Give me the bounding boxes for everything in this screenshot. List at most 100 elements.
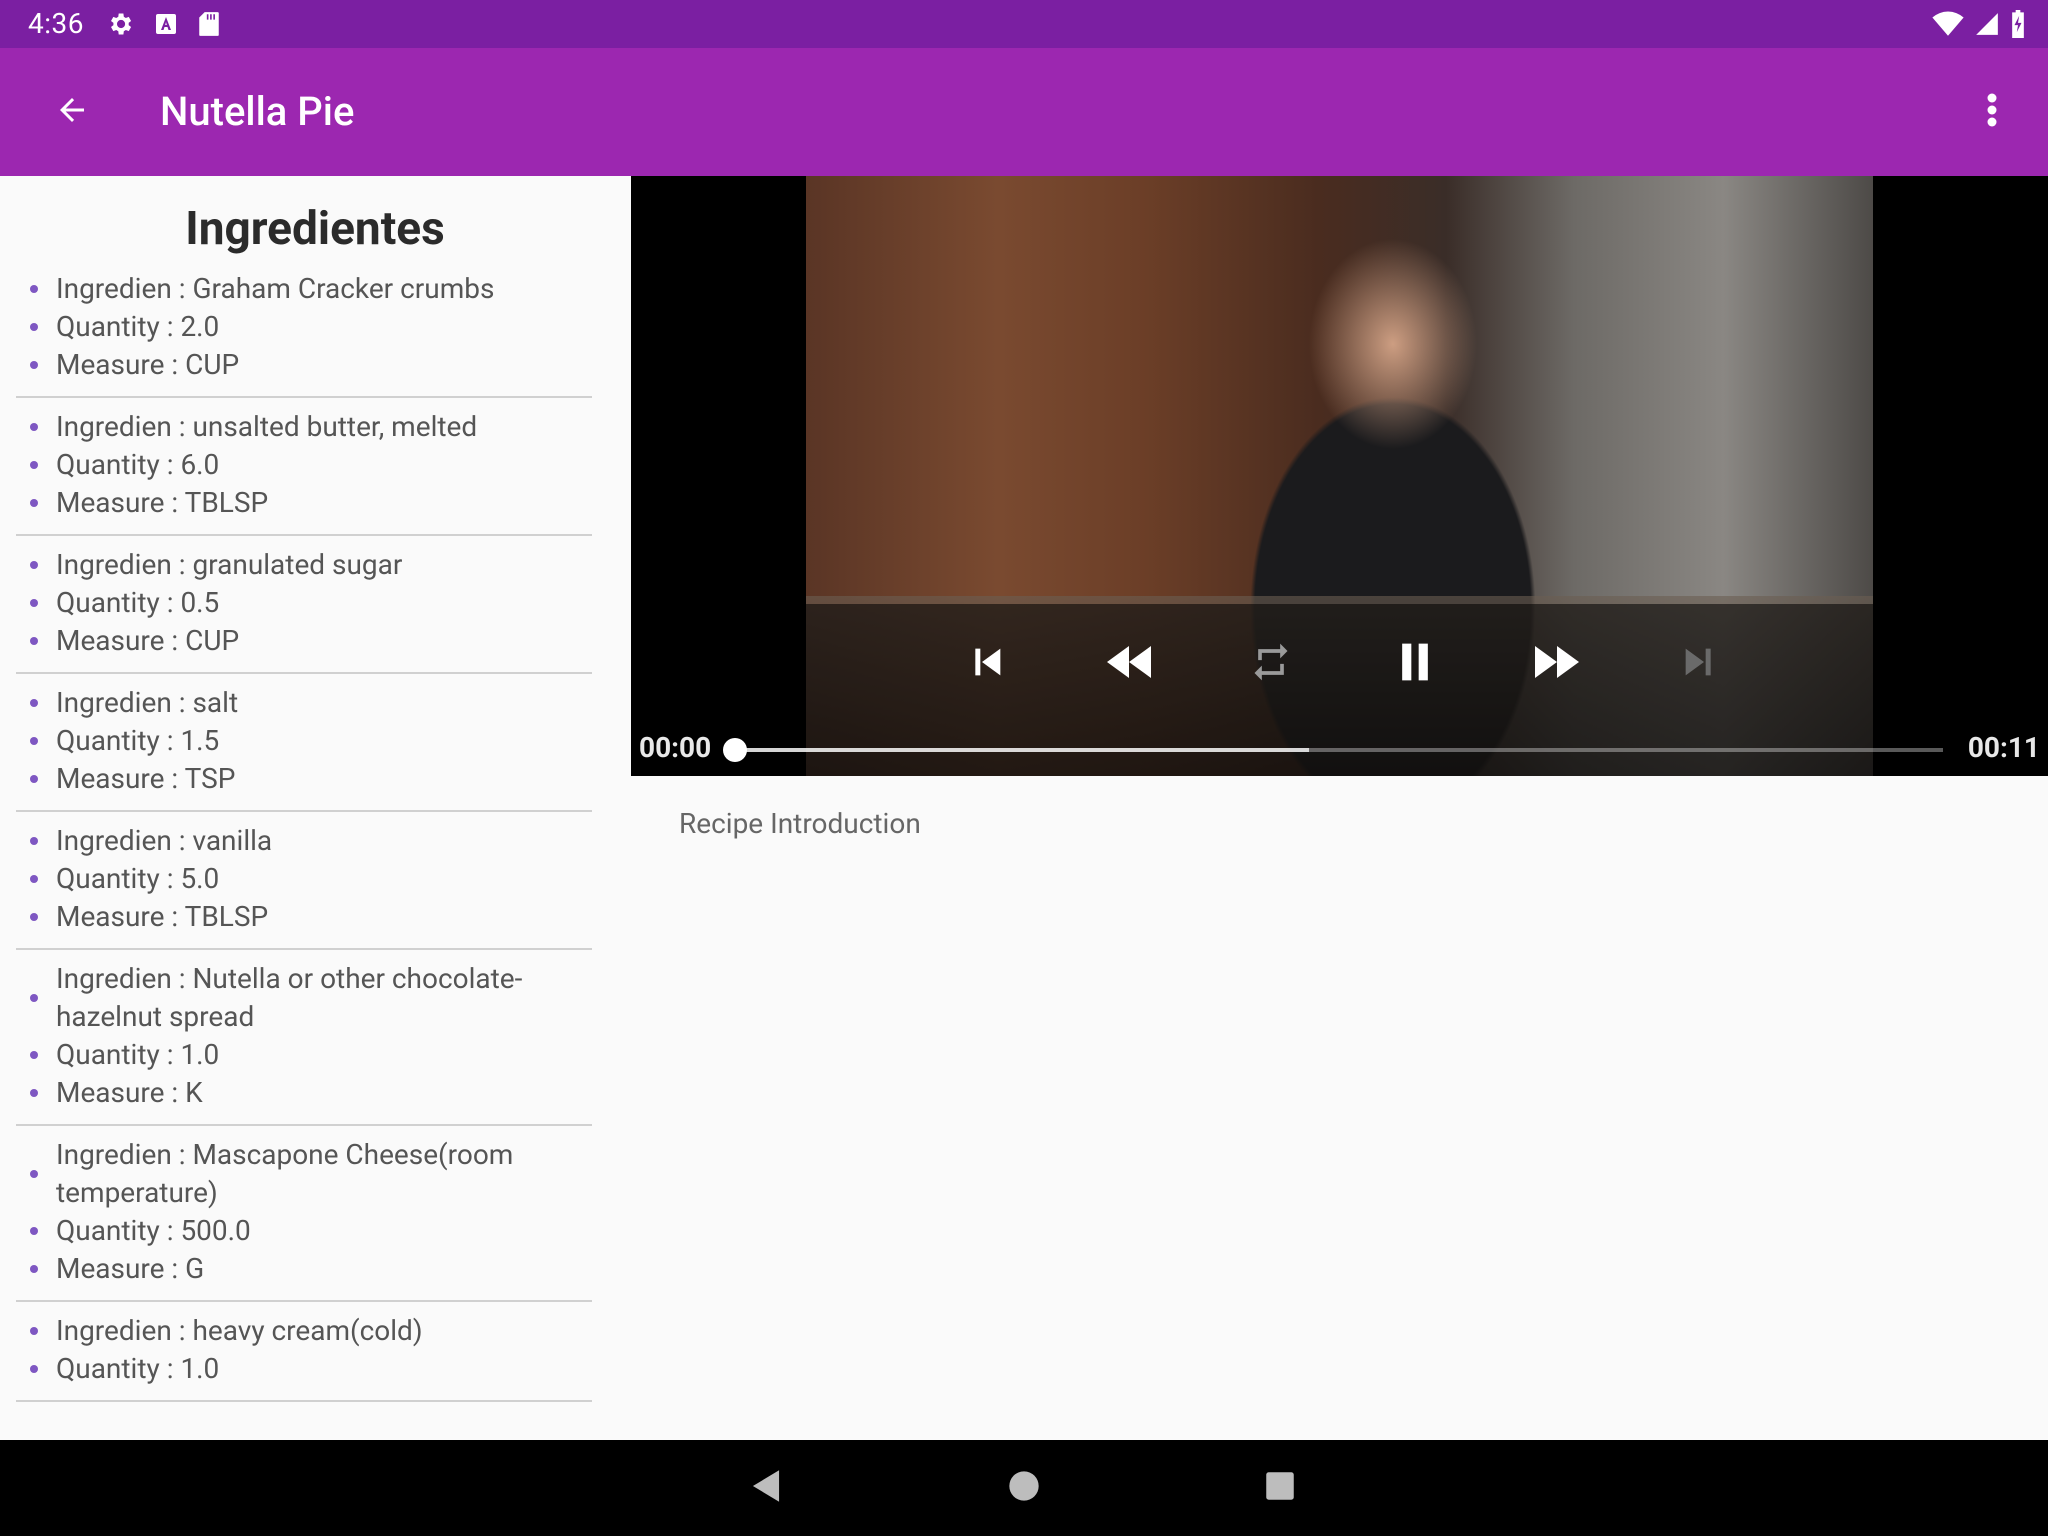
more-vert-icon — [1986, 92, 1998, 132]
ingredient-quantity: Quantity : 2.0 — [56, 310, 220, 343]
bullet-dot-icon — [30, 1170, 38, 1178]
previous-button[interactable] — [959, 636, 1015, 692]
ingredient-measure: Measure : TBLSP — [56, 486, 269, 519]
ingredient-ingredient: Ingredien : vanilla — [56, 824, 273, 857]
ingredient-ingredient: Ingredien : unsalted butter, melted — [56, 410, 478, 443]
bullet-dot-icon — [30, 1089, 38, 1097]
ingredient-ingredient-line: Ingredien : unsalted butter, melted — [16, 408, 592, 446]
skip-next-icon — [1679, 642, 1719, 686]
seek-bar-thumb[interactable] — [723, 738, 747, 762]
ingredient-measure: Measure : K — [56, 1076, 203, 1109]
ingredient-quantity-line: Quantity : 500.0 — [16, 1212, 592, 1250]
ingredient-quantity: Quantity : 1.5 — [56, 724, 220, 757]
ingredient-ingredient-line: Ingredien : granulated sugar — [16, 546, 592, 584]
ingredient-item: Ingredien : unsalted butter, melted Quant… — [16, 398, 592, 536]
font-a-icon — [154, 12, 178, 40]
ingredient-item: Ingredien : salt Quantity : 1.5 Measure : … — [16, 674, 592, 812]
app-bar: Nutella Pie — [0, 48, 2048, 176]
ingredient-quantity: Quantity : 500.0 — [56, 1214, 251, 1247]
page-title: Nutella Pie — [160, 88, 355, 135]
ingredient-quantity-line: Quantity : 6.0 — [16, 446, 592, 484]
ingredient-item: Ingredien : Nutella or other chocolate-h… — [16, 950, 592, 1126]
back-button[interactable] — [40, 88, 104, 136]
bullet-dot-icon — [30, 499, 38, 507]
ingredient-measure: Measure : TSP — [56, 762, 236, 795]
ingredient-measure-line: Measure : G — [16, 1250, 592, 1288]
ingredient-quantity-line: Quantity : 1.0 — [16, 1350, 592, 1388]
seek-bar-buffered — [735, 748, 1309, 752]
ingredient-quantity-line: Quantity : 1.5 — [16, 722, 592, 760]
status-bar: 4:36 — [0, 0, 2048, 48]
signal-icon — [1974, 11, 2000, 41]
bullet-dot-icon — [30, 323, 38, 331]
bullet-dot-icon — [30, 699, 38, 707]
rewind-button[interactable] — [1101, 636, 1157, 692]
pause-button[interactable] — [1387, 636, 1443, 692]
next-button[interactable] — [1671, 636, 1727, 692]
bullet-dot-icon — [30, 1265, 38, 1273]
wifi-icon — [1932, 11, 1964, 41]
ingredient-item: Ingredien : Graham Cracker crumbs Quantit… — [16, 260, 592, 398]
ingredient-quantity-line: Quantity : 1.0 — [16, 1036, 592, 1074]
bullet-dot-icon — [30, 361, 38, 369]
ingredient-quantity: Quantity : 5.0 — [56, 862, 220, 895]
bullet-dot-icon — [30, 1051, 38, 1059]
bullet-dot-icon — [30, 1227, 38, 1235]
bullet-dot-icon — [30, 1327, 38, 1335]
nav-home-button[interactable] — [1000, 1464, 1048, 1512]
ingredient-ingredient: Ingredien : Mascapone Cheese(room temper… — [56, 1138, 514, 1209]
notification-icons — [106, 10, 220, 42]
ingredient-ingredient-line: Ingredien : heavy cream(cold) — [16, 1312, 592, 1350]
ingredient-quantity: Quantity : 1.0 — [56, 1352, 220, 1385]
battery-charging-icon — [2010, 10, 2026, 42]
step-description: Recipe Introduction — [679, 807, 921, 840]
overflow-menu-button[interactable] — [1976, 88, 2008, 136]
circle-home-icon — [1008, 1470, 1040, 1506]
bullet-dot-icon — [30, 1365, 38, 1373]
repeat-button[interactable] — [1243, 636, 1299, 692]
bullet-dot-icon — [30, 913, 38, 921]
bullet-dot-icon — [30, 285, 38, 293]
pause-icon — [1395, 640, 1435, 688]
skip-previous-icon — [967, 642, 1007, 686]
ingredient-item: Ingredien : granulated sugar Quantity : 0… — [16, 536, 592, 674]
bullet-dot-icon — [30, 837, 38, 845]
gear-icon — [106, 10, 134, 42]
ingredient-quantity-line: Quantity : 5.0 — [16, 860, 592, 898]
arrow-back-icon — [54, 92, 90, 132]
bullet-dot-icon — [30, 461, 38, 469]
status-time: 4:36 — [28, 7, 84, 40]
nav-recents-button[interactable] — [1256, 1464, 1304, 1512]
rewind-icon — [1105, 642, 1153, 686]
ingredient-measure: Measure : G — [56, 1252, 205, 1285]
bullet-dot-icon — [30, 561, 38, 569]
bullet-dot-icon — [30, 637, 38, 645]
ingredient-ingredient: Ingredien : Graham Cracker crumbs — [56, 272, 495, 305]
bullet-dot-icon — [30, 423, 38, 431]
ingredient-measure-line: Measure : TBLSP — [16, 484, 592, 522]
ingredient-ingredient-line: Ingredien : Graham Cracker crumbs — [16, 270, 592, 308]
ingredient-item: Ingredien : vanilla Quantity : 5.0 Measure… — [16, 812, 592, 950]
ingredient-ingredient: Ingredien : heavy cream(cold) — [56, 1314, 423, 1347]
video-player[interactable]: 00:00 00:11 — [631, 176, 2048, 776]
nav-back-button[interactable] — [742, 1464, 790, 1512]
ingredient-measure-line: Measure : CUP — [16, 622, 592, 660]
ingredient-list: Ingredien : Graham Cracker crumbs Quantit… — [0, 260, 630, 1402]
fast-forward-icon — [1533, 642, 1581, 686]
ingredient-ingredient: Ingredien : Nutella or other chocolate-h… — [56, 962, 523, 1033]
bullet-dot-icon — [30, 599, 38, 607]
duration: 00:11 — [1967, 731, 2040, 764]
sd-card-icon — [198, 11, 220, 41]
ingredient-ingredient-line: Ingredien : salt — [16, 684, 592, 722]
ingredients-pane[interactable]: Ingredientes Ingredien : Graham Cracker … — [0, 176, 630, 1440]
ingredient-ingredient: Ingredien : granulated sugar — [56, 548, 403, 581]
fast-forward-button[interactable] — [1529, 636, 1585, 692]
ingredient-ingredient: Ingredien : salt — [56, 686, 239, 719]
ingredient-measure: Measure : CUP — [56, 348, 240, 381]
bullet-dot-icon — [30, 994, 38, 1002]
square-recents-icon — [1265, 1471, 1295, 1505]
ingredient-measure-line: Measure : TSP — [16, 760, 592, 798]
bullet-dot-icon — [30, 875, 38, 883]
ingredient-ingredient-line: Ingredien : vanilla — [16, 822, 592, 860]
ingredient-measure: Measure : TBLSP — [56, 900, 269, 933]
